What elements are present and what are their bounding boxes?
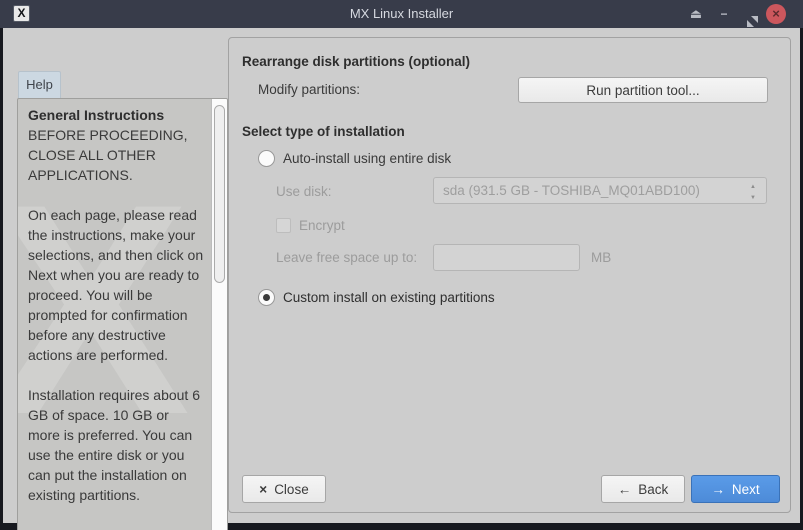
titlebar: X MX Linux Installer ⏏ − ×	[0, 0, 803, 28]
window-title: MX Linux Installer	[349, 6, 454, 21]
close-x-icon: ×	[259, 481, 268, 497]
auto-install-radio[interactable]	[258, 150, 275, 167]
custom-install-radio[interactable]	[258, 289, 275, 306]
free-space-label: Leave free space up to:	[276, 250, 418, 265]
next-button[interactable]: → Next	[691, 475, 780, 503]
shade-icon[interactable]: ⏏	[684, 0, 708, 28]
next-arrow-icon: →	[711, 481, 725, 497]
install-type-section-title: Select type of installation	[242, 124, 405, 139]
help-panel: X General Instructions BEFORE PROCEEDING…	[17, 98, 228, 530]
maximize-icon[interactable]	[740, 0, 764, 28]
back-arrow-icon: ←	[617, 481, 632, 497]
close-button-label: Close	[274, 481, 309, 497]
help-paragraph: BEFORE PROCEEDING, CLOSE ALL OTHER APPLI…	[28, 127, 188, 183]
close-button[interactable]: × Close	[242, 475, 326, 503]
rearrange-section-title: Rearrange disk partitions (optional)	[242, 54, 471, 69]
tab-help[interactable]: Help	[18, 71, 61, 98]
close-window-icon[interactable]: ×	[766, 4, 786, 24]
dropdown-arrows-icon: ▲ ▼	[750, 184, 756, 201]
modify-partitions-label: Modify partitions:	[258, 82, 361, 97]
back-button[interactable]: ← Back	[601, 475, 685, 503]
help-paragraph: Installation requires about 6 GB of spac…	[28, 387, 200, 503]
next-button-label: Next	[731, 481, 760, 497]
help-text: General Instructions BEFORE PROCEEDING, …	[18, 99, 212, 530]
main-frame	[228, 37, 791, 513]
run-partition-tool-button[interactable]: Run partition tool...	[518, 77, 768, 103]
encrypt-checkbox[interactable]	[276, 218, 291, 233]
scrollbar-thumb[interactable]	[214, 105, 225, 283]
encrypt-label: Encrypt	[299, 218, 345, 233]
free-space-unit-label: MB	[591, 250, 612, 265]
help-paragraph: On each page, please read the instructio…	[28, 207, 204, 363]
custom-install-label[interactable]: Custom install on existing partitions	[283, 290, 495, 305]
minimize-icon[interactable]: −	[712, 0, 736, 28]
help-scrollbar[interactable]	[211, 99, 227, 530]
use-disk-dropdown[interactable]: sda (931.5 GB - TOSHIBA_MQ01ABD100) ▲ ▼	[433, 177, 767, 204]
free-space-input[interactable]	[433, 244, 580, 271]
installer-window: X MX Linux Installer ⏏ − × Help X Genera…	[0, 0, 803, 530]
use-disk-label: Use disk:	[276, 184, 332, 199]
help-heading: General Instructions	[28, 107, 165, 123]
auto-install-label[interactable]: Auto-install using entire disk	[283, 151, 451, 166]
use-disk-value: sda (931.5 GB - TOSHIBA_MQ01ABD100)	[443, 183, 700, 198]
back-button-label: Back	[638, 481, 669, 497]
help-paragraph: If you are running Mac OS	[28, 525, 204, 530]
